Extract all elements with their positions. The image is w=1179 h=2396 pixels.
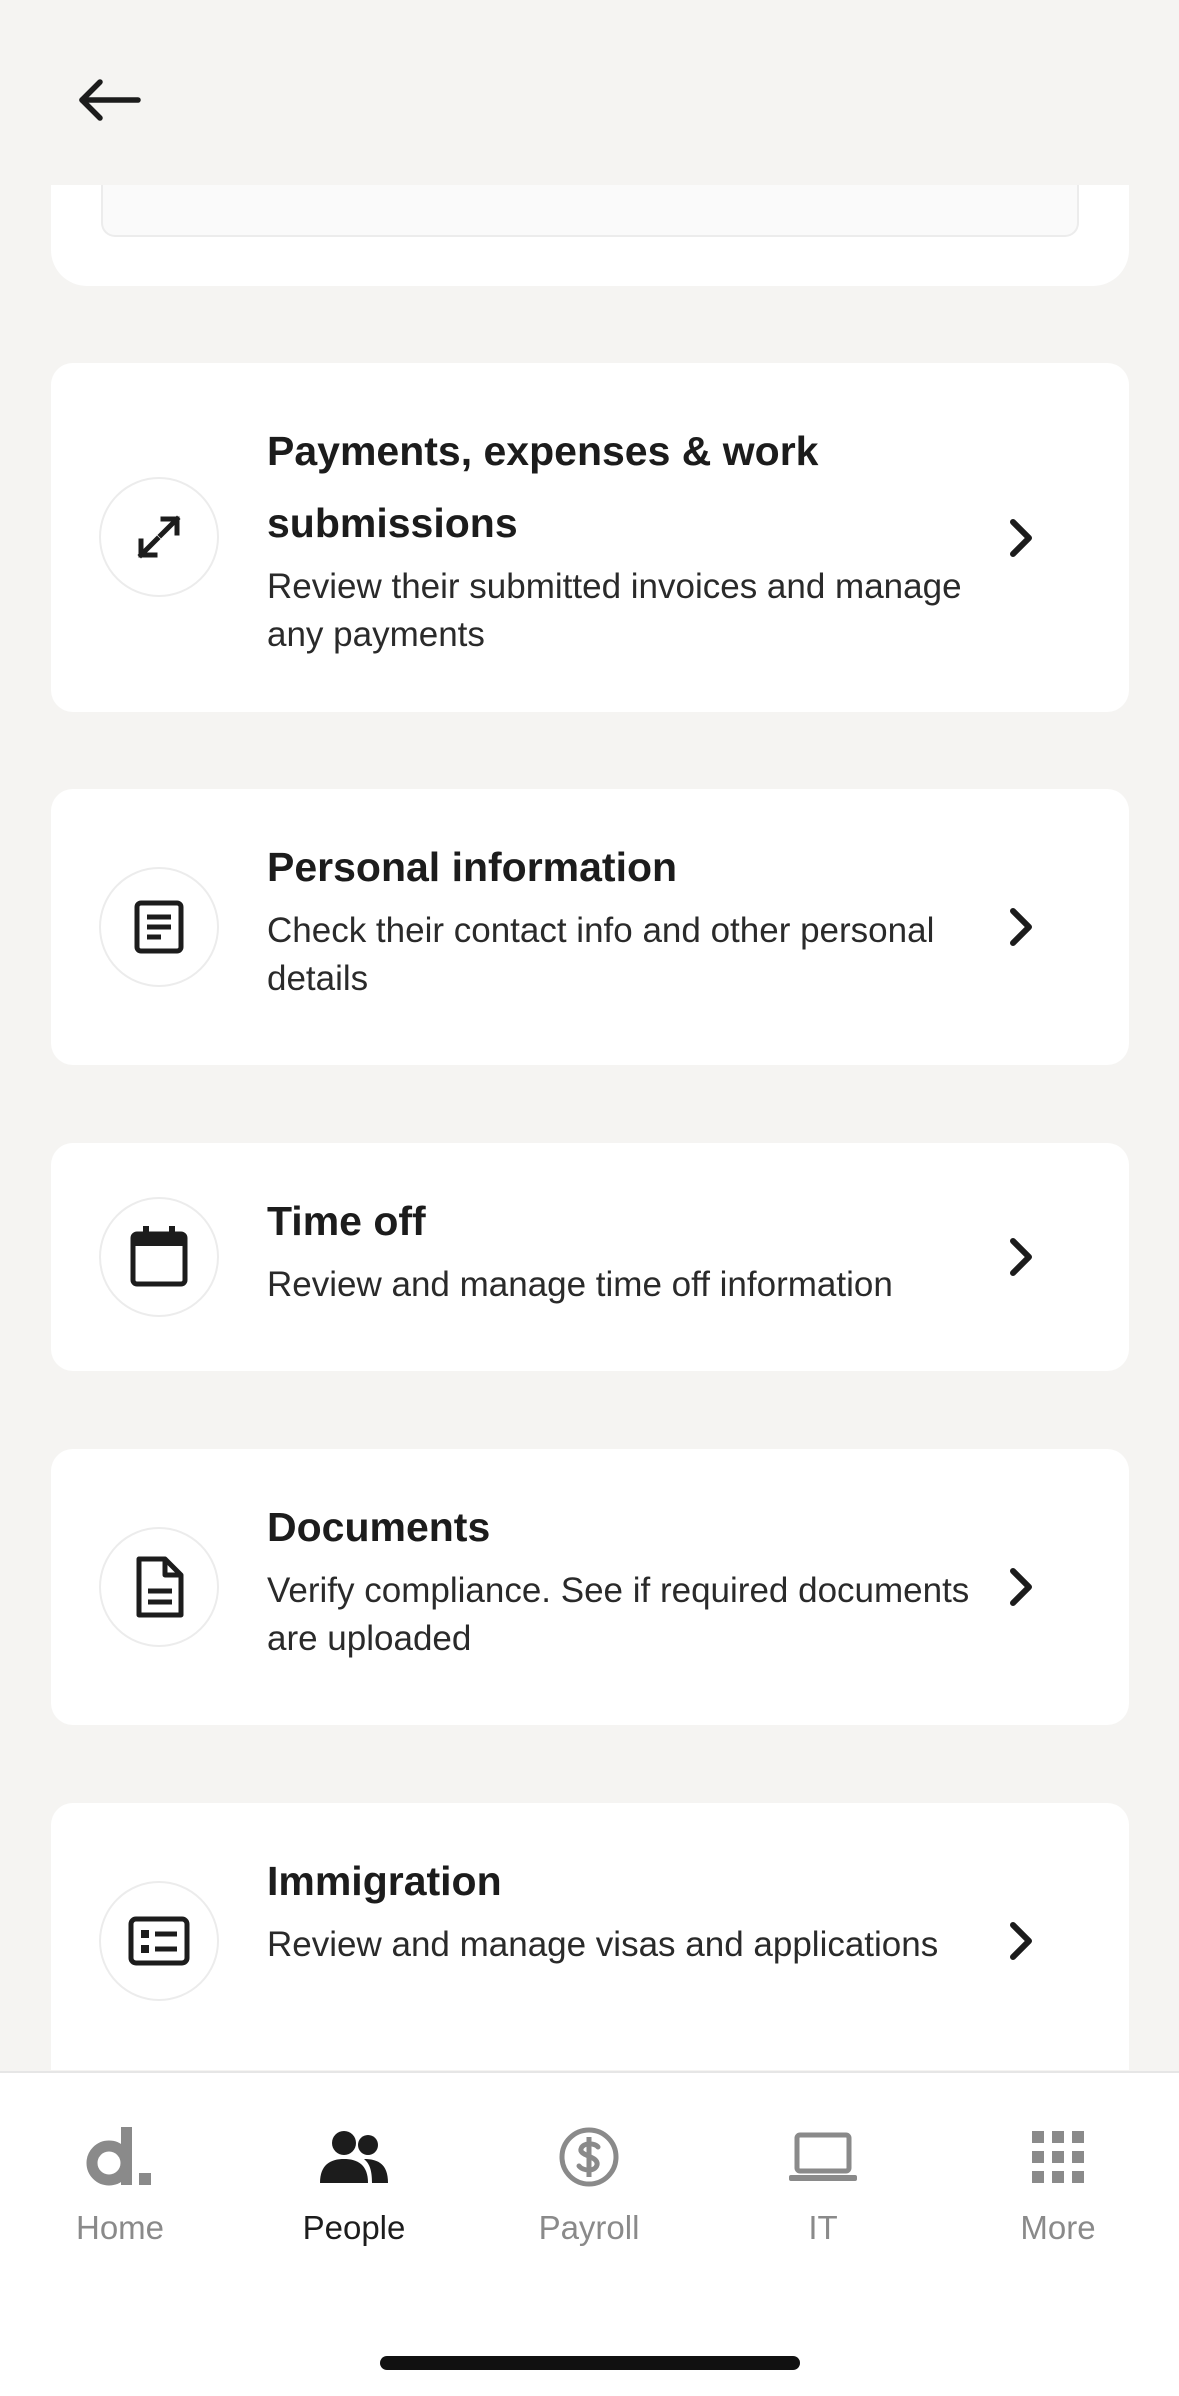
chevron-right-icon xyxy=(1001,513,1041,563)
arrows-expand-icon xyxy=(99,477,219,597)
card-text: Time off Review and manage time off info… xyxy=(267,1185,1007,1309)
card-title: Time off xyxy=(267,1198,426,1244)
card-title: Documents xyxy=(267,1504,491,1550)
scroll-content[interactable]: Payments, expenses & work submissions Re… xyxy=(0,0,1179,2070)
id-card-icon xyxy=(99,1881,219,2001)
card-description: Review and manage time off information xyxy=(267,1265,893,1304)
back-button[interactable] xyxy=(60,60,160,140)
tab-it[interactable]: IT xyxy=(723,2121,923,2251)
card-description: Review and manage visas and applications xyxy=(267,1925,939,1964)
grid-icon xyxy=(1022,2121,1094,2193)
card-payments-expenses[interactable]: Payments, expenses & work submissions Re… xyxy=(51,363,1129,712)
card-description: Check their contact info and other perso… xyxy=(267,911,935,998)
tab-label: More xyxy=(1020,2209,1096,2246)
calendar-icon xyxy=(99,1197,219,1317)
card-personal-information[interactable]: Personal information Check their contact… xyxy=(51,789,1129,1065)
chevron-right-icon xyxy=(1001,1916,1041,1966)
header xyxy=(0,0,1179,185)
card-text: Documents Verify compliance. See if requ… xyxy=(267,1491,1007,1663)
home-indicator[interactable] xyxy=(380,2356,800,2370)
document-lines-icon xyxy=(99,867,219,987)
chevron-right-icon xyxy=(1001,1562,1041,1612)
bottom-tab-bar: Home People Payroll IT More xyxy=(0,2071,1179,2396)
file-icon xyxy=(99,1527,219,1647)
dollar-icon xyxy=(553,2121,625,2193)
card-title: Payments, expenses & work submissions xyxy=(267,428,819,546)
card-description: Review their submitted invoices and mana… xyxy=(267,567,962,654)
laptop-icon xyxy=(787,2121,859,2193)
deel-logo-icon xyxy=(84,2121,156,2193)
card-text: Immigration Review and manage visas and … xyxy=(267,1845,1007,1969)
arrow-left-icon xyxy=(79,79,141,121)
card-title: Personal information xyxy=(267,844,678,890)
chevron-right-icon xyxy=(1001,902,1041,952)
tab-label: IT xyxy=(808,2209,838,2246)
screen: Payments, expenses & work submissions Re… xyxy=(0,0,1179,2396)
card-time-off[interactable]: Time off Review and manage time off info… xyxy=(51,1143,1129,1371)
chevron-right-icon xyxy=(1001,1232,1041,1282)
tab-label: Home xyxy=(75,2209,165,2246)
tab-more[interactable]: More xyxy=(958,2121,1158,2251)
tab-label: Payroll xyxy=(538,2209,640,2246)
tab-label: People xyxy=(302,2209,406,2246)
card-text: Payments, expenses & work submissions Re… xyxy=(267,415,1007,659)
tab-payroll[interactable]: Payroll xyxy=(489,2121,689,2251)
card-documents[interactable]: Documents Verify compliance. See if requ… xyxy=(51,1449,1129,1725)
tab-people[interactable]: People xyxy=(254,2121,454,2251)
tab-home[interactable]: Home xyxy=(20,2121,220,2251)
card-immigration[interactable]: Immigration Review and manage visas and … xyxy=(51,1803,1129,2070)
card-title: Immigration xyxy=(267,1858,502,1904)
card-description: Verify compliance. See if required docum… xyxy=(267,1571,970,1658)
people-icon xyxy=(318,2121,390,2193)
card-text: Personal information Check their contact… xyxy=(267,831,1007,1003)
